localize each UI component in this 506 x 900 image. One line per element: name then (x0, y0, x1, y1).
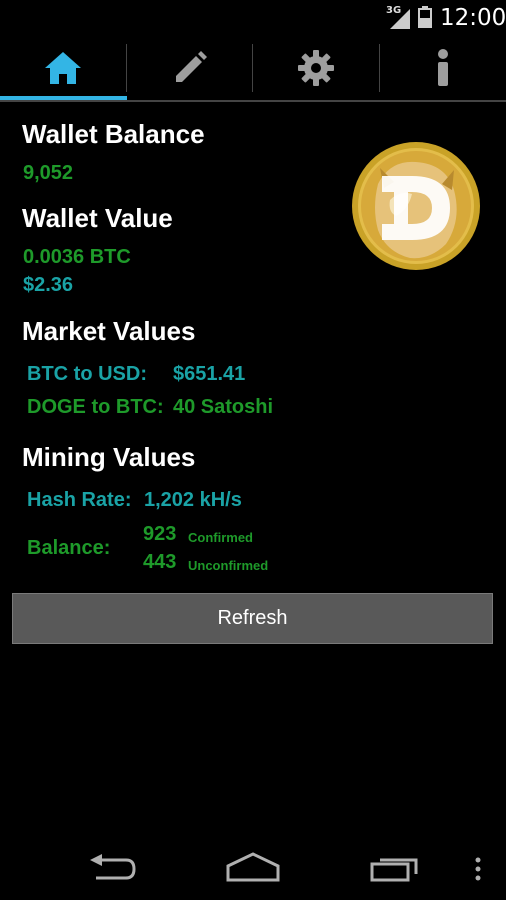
mining-values-title: Mining Values (22, 442, 196, 472)
doge-btc-label: DOGE to BTC: (27, 396, 164, 418)
btc-usd-label: BTC to USD: (27, 363, 147, 385)
market-values-title: Market Values (22, 316, 196, 346)
status-bar: 3G 12:00 (0, 0, 506, 34)
wallet-balance-value: 9,052 (23, 162, 74, 184)
confirmed-value: 923 (143, 523, 177, 545)
back-icon[interactable] (86, 854, 138, 882)
gear-icon (298, 50, 334, 86)
doge-btc-value: 40 Satoshi (173, 396, 274, 418)
unconfirmed-value: 443 (143, 551, 177, 573)
refresh-button[interactable]: Refresh (12, 593, 493, 644)
hash-rate-value: 1,202 kH/s (144, 489, 242, 511)
pencil-icon (176, 51, 207, 82)
mining-balance-label: Balance: (27, 537, 111, 559)
dogecoin-logo (352, 142, 480, 270)
unconfirmed-label: Unconfirmed (188, 558, 269, 573)
signal-icon (390, 9, 410, 29)
battery-icon (418, 6, 432, 28)
tab-home[interactable] (0, 34, 126, 102)
tab-bar (0, 34, 506, 102)
tab-bar-divider (0, 100, 506, 102)
tab-info[interactable] (380, 34, 506, 102)
home-icon (45, 52, 81, 84)
confirmed-label: Confirmed (188, 530, 253, 545)
wallet-value-usd: $2.36 (23, 274, 74, 296)
hash-rate-label: Hash Rate: (27, 489, 132, 511)
btc-usd-value: $651.41 (173, 363, 246, 385)
home-button-icon[interactable] (226, 852, 280, 882)
wallet-balance-title: Wallet Balance (22, 119, 205, 149)
clock: 12:00 (440, 5, 506, 31)
navigation-bar (0, 830, 506, 900)
recent-apps-icon[interactable] (370, 854, 422, 882)
info-icon (438, 49, 448, 86)
tab-settings[interactable] (253, 34, 379, 102)
wallet-value-title: Wallet Value (22, 203, 173, 233)
tab-edit[interactable] (127, 34, 253, 102)
overflow-menu-icon[interactable] (474, 856, 482, 882)
wallet-value-btc: 0.0036 BTC (23, 246, 131, 268)
